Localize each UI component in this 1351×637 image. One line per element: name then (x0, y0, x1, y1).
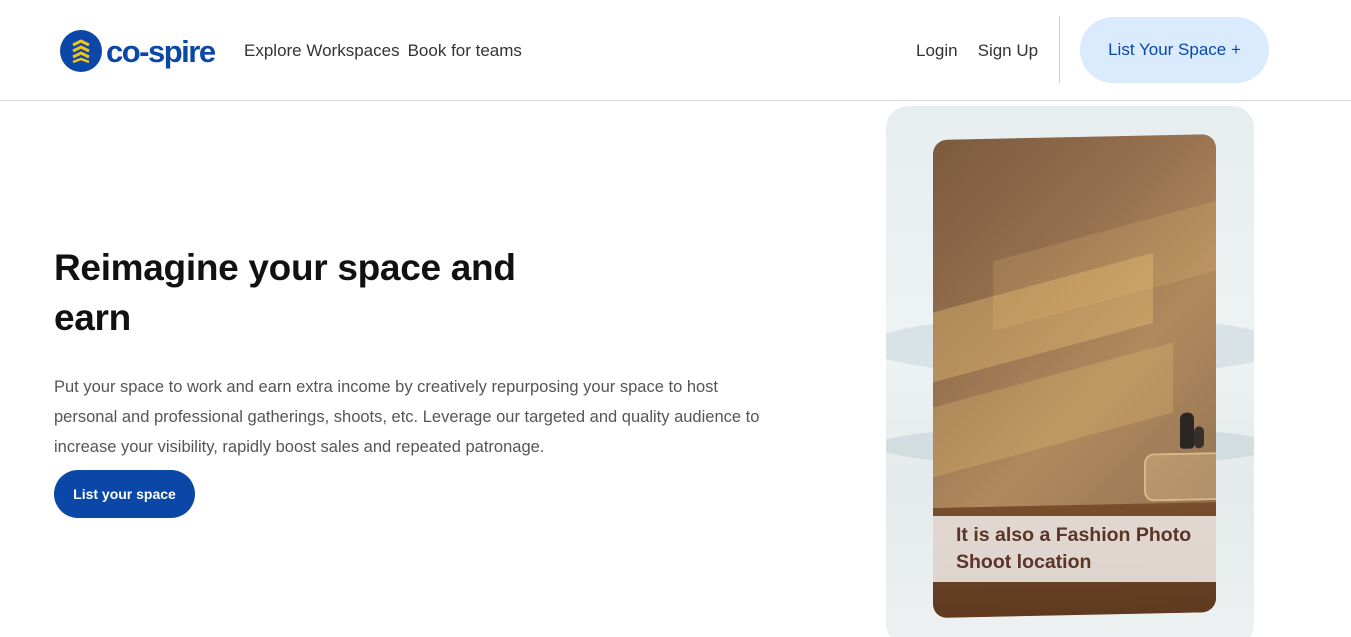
showcase-caption: It is also a Fashion Photo Shoot locatio… (933, 516, 1216, 582)
nav-divider (1059, 16, 1060, 83)
hero-title: Reimagine your space and earn (54, 247, 516, 338)
vase-image (1194, 426, 1204, 449)
account-nav: Login Sign Up (916, 41, 1038, 61)
site-header: co-spire Explore Workspaces Book for tea… (0, 0, 1351, 101)
signup-link[interactable]: Sign Up (978, 41, 1038, 61)
hero-description: Put your space to work and earn extra in… (54, 378, 760, 456)
brand-name: co-spire (106, 33, 216, 69)
primary-nav: Explore Workspaces Book for teams (244, 41, 522, 61)
list-your-space-button[interactable]: List Your Space + (1080, 17, 1269, 83)
brand-logo[interactable]: co-spire (60, 30, 216, 72)
hero-list-space-button[interactable]: List your space (54, 470, 195, 518)
nav-book-for-teams[interactable]: Book for teams (408, 41, 522, 61)
nav-explore-workspaces[interactable]: Explore Workspaces (244, 41, 400, 61)
login-link[interactable]: Login (916, 41, 958, 61)
vase-image (1180, 412, 1194, 449)
shelf-image (1144, 452, 1216, 502)
logo-badge-icon (60, 30, 102, 72)
